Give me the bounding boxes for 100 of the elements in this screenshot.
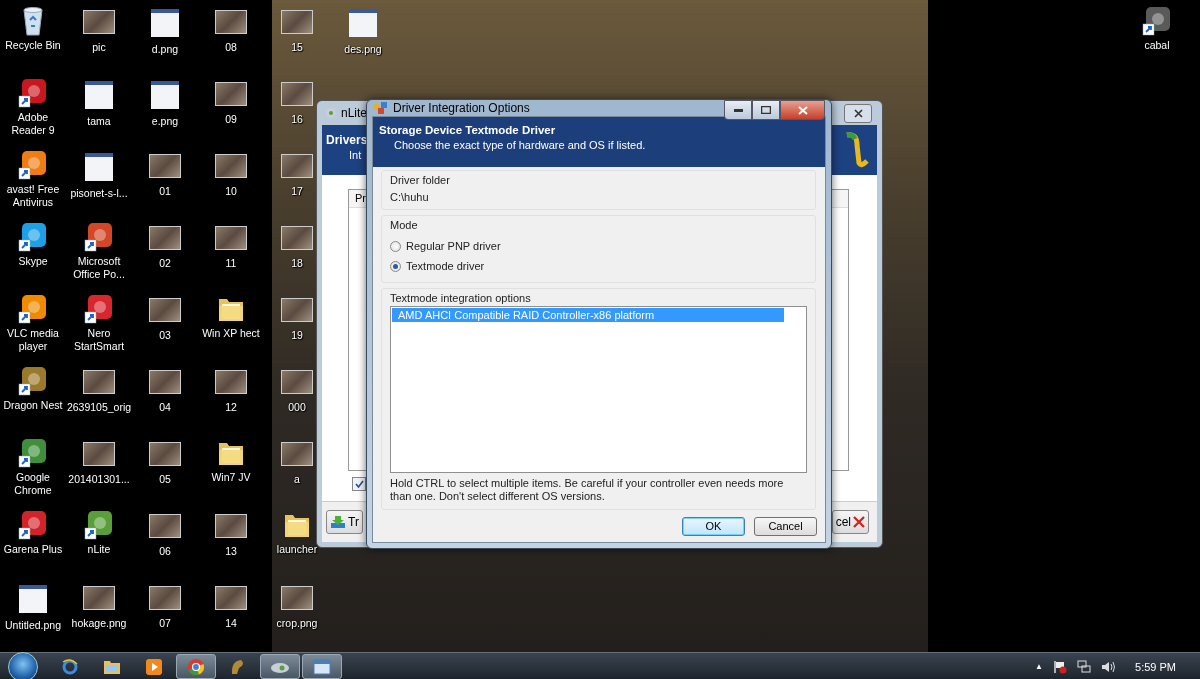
icon-label[interactable]: 12 [225,401,237,414]
icon-label[interactable]: avast! Free Antivirus [0,183,66,209]
icon-label[interactable]: 05 [159,473,171,486]
icon-label[interactable]: Garena Plus [3,543,63,556]
clock[interactable]: 5:59 PM [1135,660,1176,673]
radio-button[interactable] [390,240,401,252]
icon-label[interactable]: 10 [225,185,237,198]
icon-label[interactable]: 000 [288,401,306,414]
radio-label[interactable]: Textmode driver [406,260,485,272]
icon-label[interactable]: des.png [344,43,382,56]
maximize-icon [761,106,771,114]
check-icon [354,479,364,489]
photo-thumbnail [215,10,247,34]
disc-icon [325,107,337,119]
icon-label[interactable]: Win7 JV [211,471,251,484]
photo-thumbnail [215,154,247,178]
icon-label[interactable]: 01 [159,185,171,198]
media-player-icon [145,657,163,676]
header-title: Storage Device Textmode Driver [379,124,557,136]
icon-label[interactable]: 08 [225,41,237,54]
icon-label[interactable]: Skype [18,255,48,268]
icon-label[interactable]: Nero StartSmart [66,327,132,353]
icon-label[interactable]: hokage.png [71,617,127,630]
start-button[interactable] [8,651,38,679]
icon-label[interactable]: 03 [159,329,171,342]
photo-thumbnail [281,154,313,178]
dialog-button[interactable]: Cancel [754,516,817,536]
icon-label[interactable]: VLC media player [0,327,66,353]
photo-thumbnail [83,586,115,610]
icon-label[interactable]: 06 [159,545,171,558]
icon-label[interactable]: e.png [151,115,179,128]
icon-label[interactable]: Microsoft Office Po... [66,255,132,281]
app-window-icon [374,102,388,114]
icon-label[interactable]: crop.png [276,617,318,630]
photo-thumbnail [149,586,181,610]
radio-label[interactable]: Regular PNP driver [406,240,501,252]
minimize-icon [733,108,743,112]
image-thumbnail [85,81,113,109]
taskbar-button[interactable] [176,654,216,679]
icon-label[interactable]: 02 [159,257,171,270]
icon-label[interactable]: 13 [225,545,237,558]
photo-thumbnail [215,514,247,538]
icon-label[interactable]: Untitled.png [4,619,61,632]
icon-label[interactable]: Win XP hect [202,327,260,340]
photo-thumbnail [83,442,115,466]
icon-label[interactable]: 07 [159,617,171,630]
icon-label[interactable]: Recycle Bin [5,39,61,52]
photo-thumbnail [83,370,115,394]
image-thumbnail [151,81,179,109]
photo-thumbnail [215,370,247,394]
icon-label[interactable]: d.png [151,43,179,56]
photo-thumbnail [149,442,181,466]
photo-thumbnail [281,370,313,394]
checkbox[interactable] [352,477,366,491]
icon-label[interactable]: 17 [291,185,303,198]
folder-icon [103,658,121,675]
hint-text: Hold CTRL to select multiple items. Be careful if your controller even needs more than one. Don't select different OS versions. [390,477,785,503]
flag-icon[interactable] [1053,659,1068,674]
icon-label[interactable]: 19 [291,329,303,342]
icon-label[interactable]: Dragon Nest [3,399,63,412]
close-button[interactable] [844,104,872,123]
icon-label[interactable]: 14 [225,617,237,630]
show-hidden-icons-button[interactable]: ▲ [1035,662,1044,671]
photo-thumbnail [281,82,313,106]
icon-label[interactable]: a [294,473,300,486]
photo-thumbnail [149,226,181,250]
icon-label[interactable]: launcher [276,543,318,556]
volume-icon[interactable] [1101,659,1118,674]
radio-button[interactable] [390,260,401,272]
taskbar-button[interactable] [302,654,342,679]
icon-label[interactable]: tama [87,115,111,128]
wizard-cancel-button[interactable]: cel [831,510,869,534]
photo-thumbnail [281,226,313,250]
image-thumbnail [151,9,179,37]
icon-label[interactable]: nLite [87,543,111,556]
icon-label[interactable]: 18 [291,257,303,270]
photo-thumbnail [215,586,247,610]
icon-label[interactable]: pisonet-s-l... [70,187,128,200]
icon-label[interactable]: pic [92,41,106,54]
icon-label[interactable]: 16 [291,113,303,126]
icon-label[interactable]: Adobe Reader 9 [0,111,66,137]
dialog-button[interactable]: OK [682,516,745,536]
close-button[interactable] [780,100,825,120]
icon-label[interactable]: 15 [291,41,303,54]
close-icon [853,109,863,118]
minimize-button[interactable] [724,100,752,120]
icon-label[interactable]: 201401301... [68,473,130,486]
network-icon[interactable] [1077,659,1092,674]
maximize-button[interactable] [752,100,780,120]
group-label: Driver folder [390,174,451,186]
toolbar-button[interactable]: Tr [326,510,363,534]
icon-label[interactable]: cabal [1144,39,1170,52]
icon-label[interactable]: 04 [159,401,171,414]
photo-thumbnail [281,10,313,34]
icon-label[interactable]: Google Chrome [0,471,66,497]
photo-thumbnail [149,514,181,538]
icon-label[interactable]: 11 [225,257,237,270]
icon-label[interactable]: 09 [225,113,237,126]
photo-thumbnail [149,298,181,322]
icon-label[interactable]: 2639105_orig [66,401,132,414]
